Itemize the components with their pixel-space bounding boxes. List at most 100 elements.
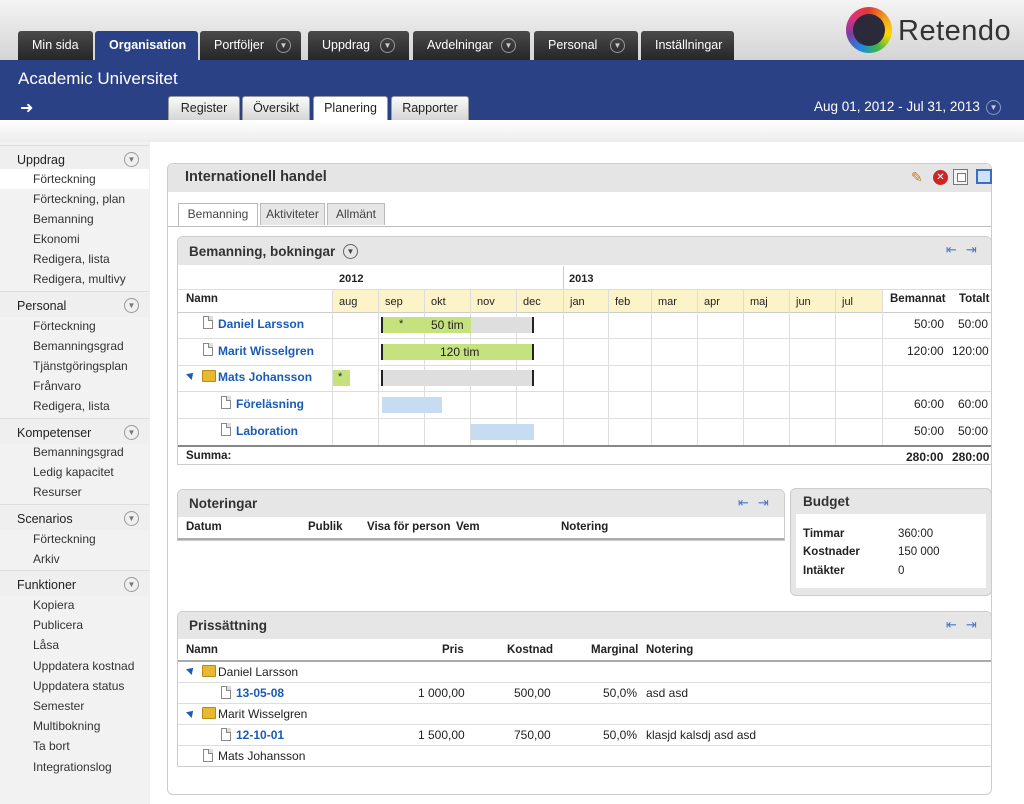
sidebar-item-franvaro[interactable]: Frånvaro: [0, 376, 149, 396]
row-name-laboration[interactable]: Laboration: [236, 424, 298, 438]
folder-icon: [202, 370, 216, 382]
sidebar-item-semester[interactable]: Semester: [0, 696, 149, 716]
chevron-down-icon[interactable]: ▼: [343, 244, 358, 259]
sidebar-item-ledig-kapacitet[interactable]: Ledig kapacitet: [0, 462, 149, 482]
chevron-down-icon[interactable]: ▼: [610, 38, 625, 53]
sidebar-item-lasa[interactable]: Låsa: [0, 635, 149, 655]
tab-installningar[interactable]: Inställningar: [641, 31, 734, 60]
sidebar-item-ekonomi[interactable]: Ekonomi: [0, 229, 149, 249]
sidebar-section-kompetenser[interactable]: Kompetenser ▼: [0, 418, 149, 444]
delete-icon[interactable]: ✕: [933, 170, 948, 185]
price-person-mats: Mats Johansson: [218, 749, 306, 763]
tab-avdelningar[interactable]: Avdelningar ▼: [413, 31, 530, 60]
sidebar-item-multibokning[interactable]: Multibokning: [0, 716, 149, 736]
date-range[interactable]: Aug 01, 2012 - Jul 31, 2013: [814, 99, 980, 114]
booking-bar-empty[interactable]: [381, 370, 534, 386]
activity-bar[interactable]: [471, 424, 534, 440]
chevron-down-icon[interactable]: ▼: [124, 511, 139, 526]
sidebar-item-redigera-multivy[interactable]: Redigera, multivy: [0, 269, 149, 289]
sidebar-item-forteckning[interactable]: Förteckning: [0, 316, 149, 336]
sidebar-item-redigera-lista[interactable]: Redigera, lista: [0, 249, 149, 269]
chevron-down-icon[interactable]: ▼: [124, 425, 139, 440]
bar-end-handle[interactable]: [532, 317, 534, 333]
collapse-all-icon[interactable]: ⇤: [738, 495, 749, 511]
tab-allmant[interactable]: Allmänt: [327, 203, 385, 225]
sidebar-item-integrationslog[interactable]: Integrationslog: [0, 757, 149, 777]
price-notering: klasjd kalsdj asd asd: [646, 728, 757, 742]
chevron-down-icon[interactable]: ▼: [380, 38, 395, 53]
tab-label: Personal: [548, 38, 598, 52]
sidebar-item-bemanning[interactable]: Bemanning: [0, 209, 149, 229]
sidebar-item-bemanningsgrad[interactable]: Bemanningsgrad: [0, 442, 149, 462]
sidebar-item-publicera[interactable]: Publicera: [0, 615, 149, 635]
chevron-down-icon[interactable]: ▼: [501, 38, 516, 53]
sidebar-item-forteckning-plan[interactable]: Förteckning, plan: [0, 189, 149, 209]
expand-all-icon[interactable]: ⇥: [966, 617, 977, 633]
tab-uppdrag[interactable]: Uppdrag ▼: [308, 31, 409, 60]
sidebar-section-funktioner[interactable]: Funktioner ▼: [0, 570, 149, 596]
col-visa-for-person: Visa för person: [367, 521, 451, 533]
sidebar-section-personal[interactable]: Personal ▼: [0, 291, 149, 317]
row-name-marit[interactable]: Marit Wisselgren: [218, 344, 314, 358]
sidebar-item-uppdatera-status[interactable]: Uppdatera status: [0, 676, 149, 696]
window-icon[interactable]: [976, 169, 992, 184]
sidebar-item-kopiera[interactable]: Kopiera: [0, 595, 149, 615]
tab-min-sida[interactable]: Min sida: [18, 31, 93, 60]
sidebar-item-ta-bort[interactable]: Ta bort: [0, 736, 149, 756]
month-mar: mar: [658, 296, 677, 308]
activity-bar[interactable]: [382, 397, 442, 413]
budget-value-kostnader: 150 000: [898, 546, 940, 558]
expand-all-icon[interactable]: ⇥: [758, 495, 769, 511]
chevron-down-icon[interactable]: ▼: [986, 100, 1001, 115]
price-notering: asd asd: [646, 686, 689, 700]
tab-label: Inställningar: [655, 38, 723, 52]
edit-pencil-icon[interactable]: ✎: [911, 169, 923, 186]
collapse-all-icon[interactable]: ⇤: [946, 242, 957, 258]
header-strip: [0, 120, 1024, 142]
sidebar-section-scenarios[interactable]: Scenarios ▼: [0, 504, 149, 530]
sidebar-item-uppdatera-kostnad[interactable]: Uppdatera kostnad: [0, 656, 149, 676]
subtab-oversikt[interactable]: Översikt: [242, 96, 310, 120]
tab-organisation[interactable]: Organisation: [95, 31, 198, 60]
sidebar-item-tjanstgoringsplan[interactable]: Tjänstgöringsplan: [0, 356, 149, 376]
sidebar: Uppdrag ▼ Förteckning Förteckning, plan B…: [0, 142, 149, 804]
subtab-register[interactable]: Register: [168, 96, 240, 120]
collapse-all-icon[interactable]: ⇤: [946, 617, 957, 633]
tab-personal[interactable]: Personal ▼: [534, 31, 638, 60]
price-item-13-05-08[interactable]: 13-05-08: [236, 686, 284, 700]
month-maj: maj: [750, 296, 768, 308]
chevron-down-icon[interactable]: ▼: [124, 577, 139, 592]
booking-bar-remainder[interactable]: [471, 317, 534, 333]
section-title: Scenarios: [17, 512, 73, 526]
back-arrow-icon[interactable]: ➜: [20, 98, 33, 118]
totalt-value: 120:00: [952, 344, 989, 358]
expand-all-icon[interactable]: ⇥: [966, 242, 977, 258]
row-name-forelasning[interactable]: Föreläsning: [236, 397, 304, 411]
subtab-planering[interactable]: Planering: [313, 96, 388, 121]
chevron-down-icon[interactable]: ▼: [124, 152, 139, 167]
row-name-mats[interactable]: Mats Johansson: [218, 370, 312, 384]
sidebar-item-arkiv[interactable]: Arkiv: [0, 549, 149, 569]
bar-start-handle[interactable]: [381, 317, 383, 333]
sidebar-item-forteckning[interactable]: Förteckning: [0, 169, 149, 189]
bar-end-handle[interactable]: [532, 344, 534, 360]
price-pris: 1 500,00: [418, 728, 465, 742]
tab-aktiviteter[interactable]: Aktiviteter: [260, 203, 325, 225]
chevron-down-icon[interactable]: ▼: [276, 38, 291, 53]
sidebar-section-uppdrag[interactable]: Uppdrag ▼: [0, 145, 149, 171]
sidebar-item-forteckning[interactable]: Förteckning: [0, 529, 149, 549]
tab-bemanning[interactable]: Bemanning: [178, 203, 258, 226]
subtab-rapporter[interactable]: Rapporter: [391, 96, 469, 120]
sidebar-item-resurser[interactable]: Resurser: [0, 482, 149, 502]
chevron-down-icon[interactable]: ▼: [124, 298, 139, 313]
copy-icon[interactable]: [953, 169, 968, 185]
bar-start-handle[interactable]: [381, 370, 383, 386]
sidebar-item-redigera-lista[interactable]: Redigera, lista: [0, 396, 149, 416]
tab-portfoljer[interactable]: Portföljer ▼: [200, 31, 301, 60]
bar-start-handle[interactable]: [381, 344, 383, 360]
row-name-daniel[interactable]: Daniel Larsson: [218, 317, 304, 331]
bar-end-handle[interactable]: [532, 370, 534, 386]
price-item-12-10-01[interactable]: 12-10-01: [236, 728, 284, 742]
sidebar-item-bemanningsgrad[interactable]: Bemanningsgrad: [0, 336, 149, 356]
totalt-value: 50:00: [958, 424, 989, 438]
